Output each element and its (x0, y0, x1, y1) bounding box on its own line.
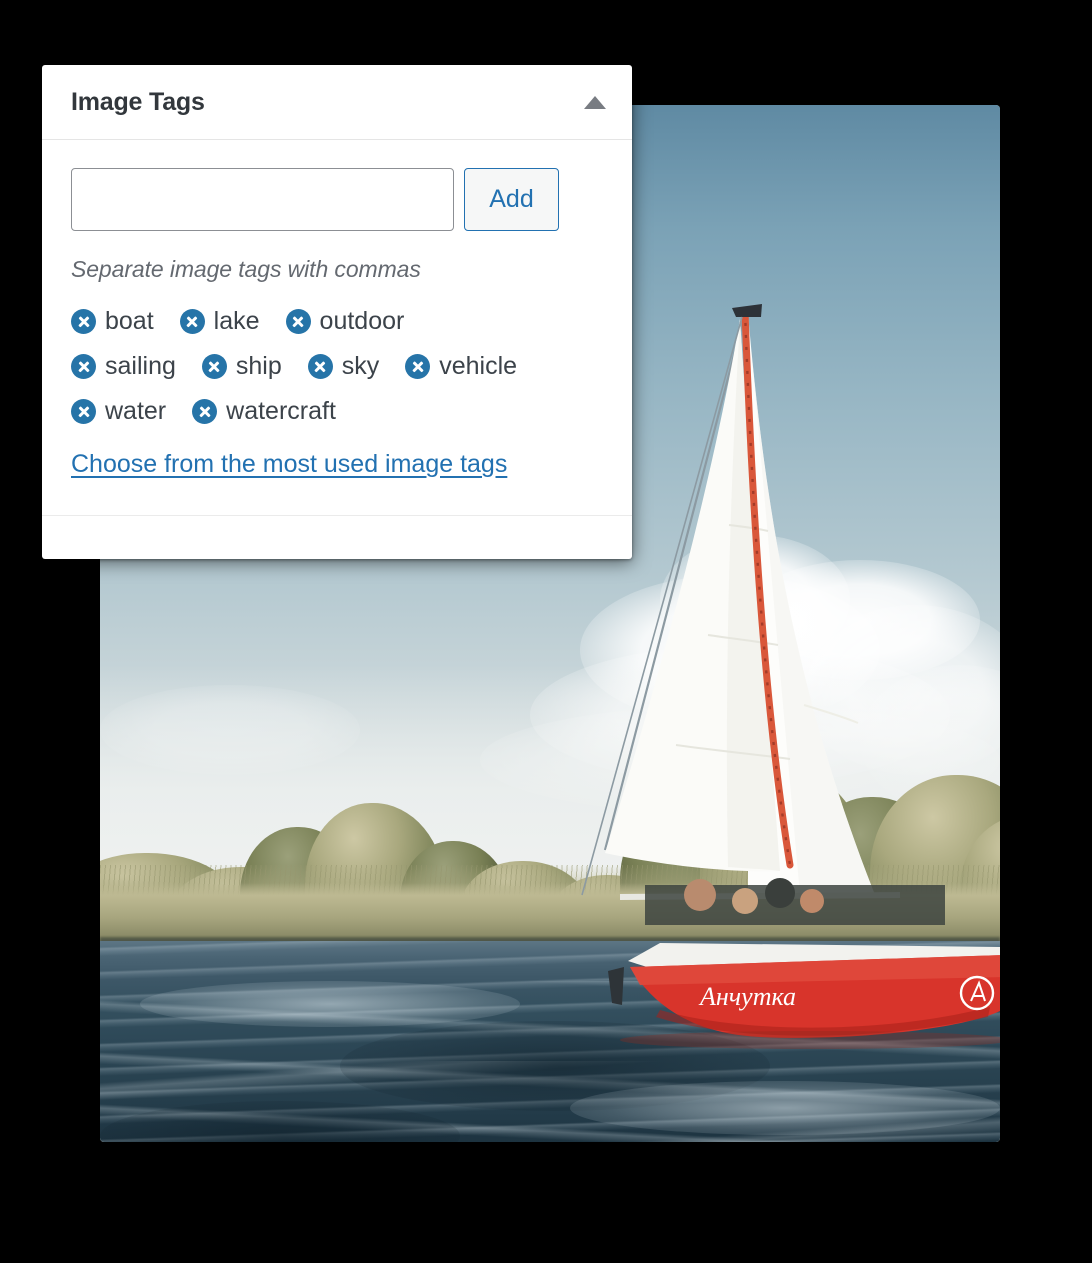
choose-most-used-tags-link[interactable]: Choose from the most used image tags (71, 450, 507, 478)
remove-circle-icon[interactable] (201, 354, 227, 379)
tag-label: watercraft (226, 397, 336, 425)
panel-footer (42, 515, 632, 559)
remove-circle-icon[interactable] (71, 399, 96, 424)
tag-item: boat (71, 309, 154, 334)
tag-item: lake (179, 307, 260, 335)
page-title: Image Tags (71, 87, 205, 116)
tag-label: water (105, 397, 167, 425)
remove-circle-icon[interactable] (192, 399, 218, 424)
tag-label: ship (235, 352, 282, 380)
tag-helper-text: Separate image tags with commas (71, 256, 421, 282)
boat-name: Анчутка (698, 982, 796, 1011)
remove-circle-icon[interactable] (405, 354, 431, 379)
new-tag-input[interactable] (71, 168, 454, 231)
tag-label: vehicle (439, 352, 518, 380)
masthead (732, 304, 762, 317)
outboard-motor (608, 967, 624, 1005)
hull-reflection (620, 1031, 1000, 1049)
tag-item: sky (307, 352, 380, 380)
tag-label: sailing (105, 352, 176, 380)
remove-circle-icon[interactable] (71, 354, 96, 379)
remove-circle-icon[interactable] (285, 309, 311, 334)
choose-link-container: Choose from the most used image tags (71, 450, 603, 515)
tag-item: vehicle (405, 354, 517, 379)
tag-item: watercraft (192, 399, 336, 424)
tag-item: outdoor (285, 307, 405, 335)
tag-item: sailing (71, 354, 176, 379)
tag-label: lake (213, 307, 260, 335)
tag-item: ship (201, 352, 282, 380)
tag-label: outdoor (319, 307, 405, 335)
remove-circle-icon[interactable] (179, 309, 205, 334)
crew-figure (800, 889, 824, 913)
tag-list: boat lake outdoor sailing ship sky vehicle wate… (71, 309, 551, 444)
crew-figure (732, 888, 758, 914)
image-tags-panel: Image Tags Add Separate image tags with … (42, 65, 632, 559)
panel-body: Add Separate image tags with commas boat… (42, 140, 632, 515)
crew-figure (765, 878, 795, 908)
panel-header: Image Tags (42, 65, 632, 140)
caret-up-icon[interactable] (584, 95, 606, 109)
add-tag-button[interactable]: Add (464, 168, 559, 231)
remove-circle-icon[interactable] (307, 354, 333, 379)
tag-label: sky (341, 352, 380, 380)
tag-label: boat (105, 307, 154, 335)
tag-entry-row: Add (71, 168, 603, 231)
remove-circle-icon[interactable] (71, 309, 96, 334)
crew-figure (684, 879, 716, 911)
tag-item: water (71, 399, 166, 424)
